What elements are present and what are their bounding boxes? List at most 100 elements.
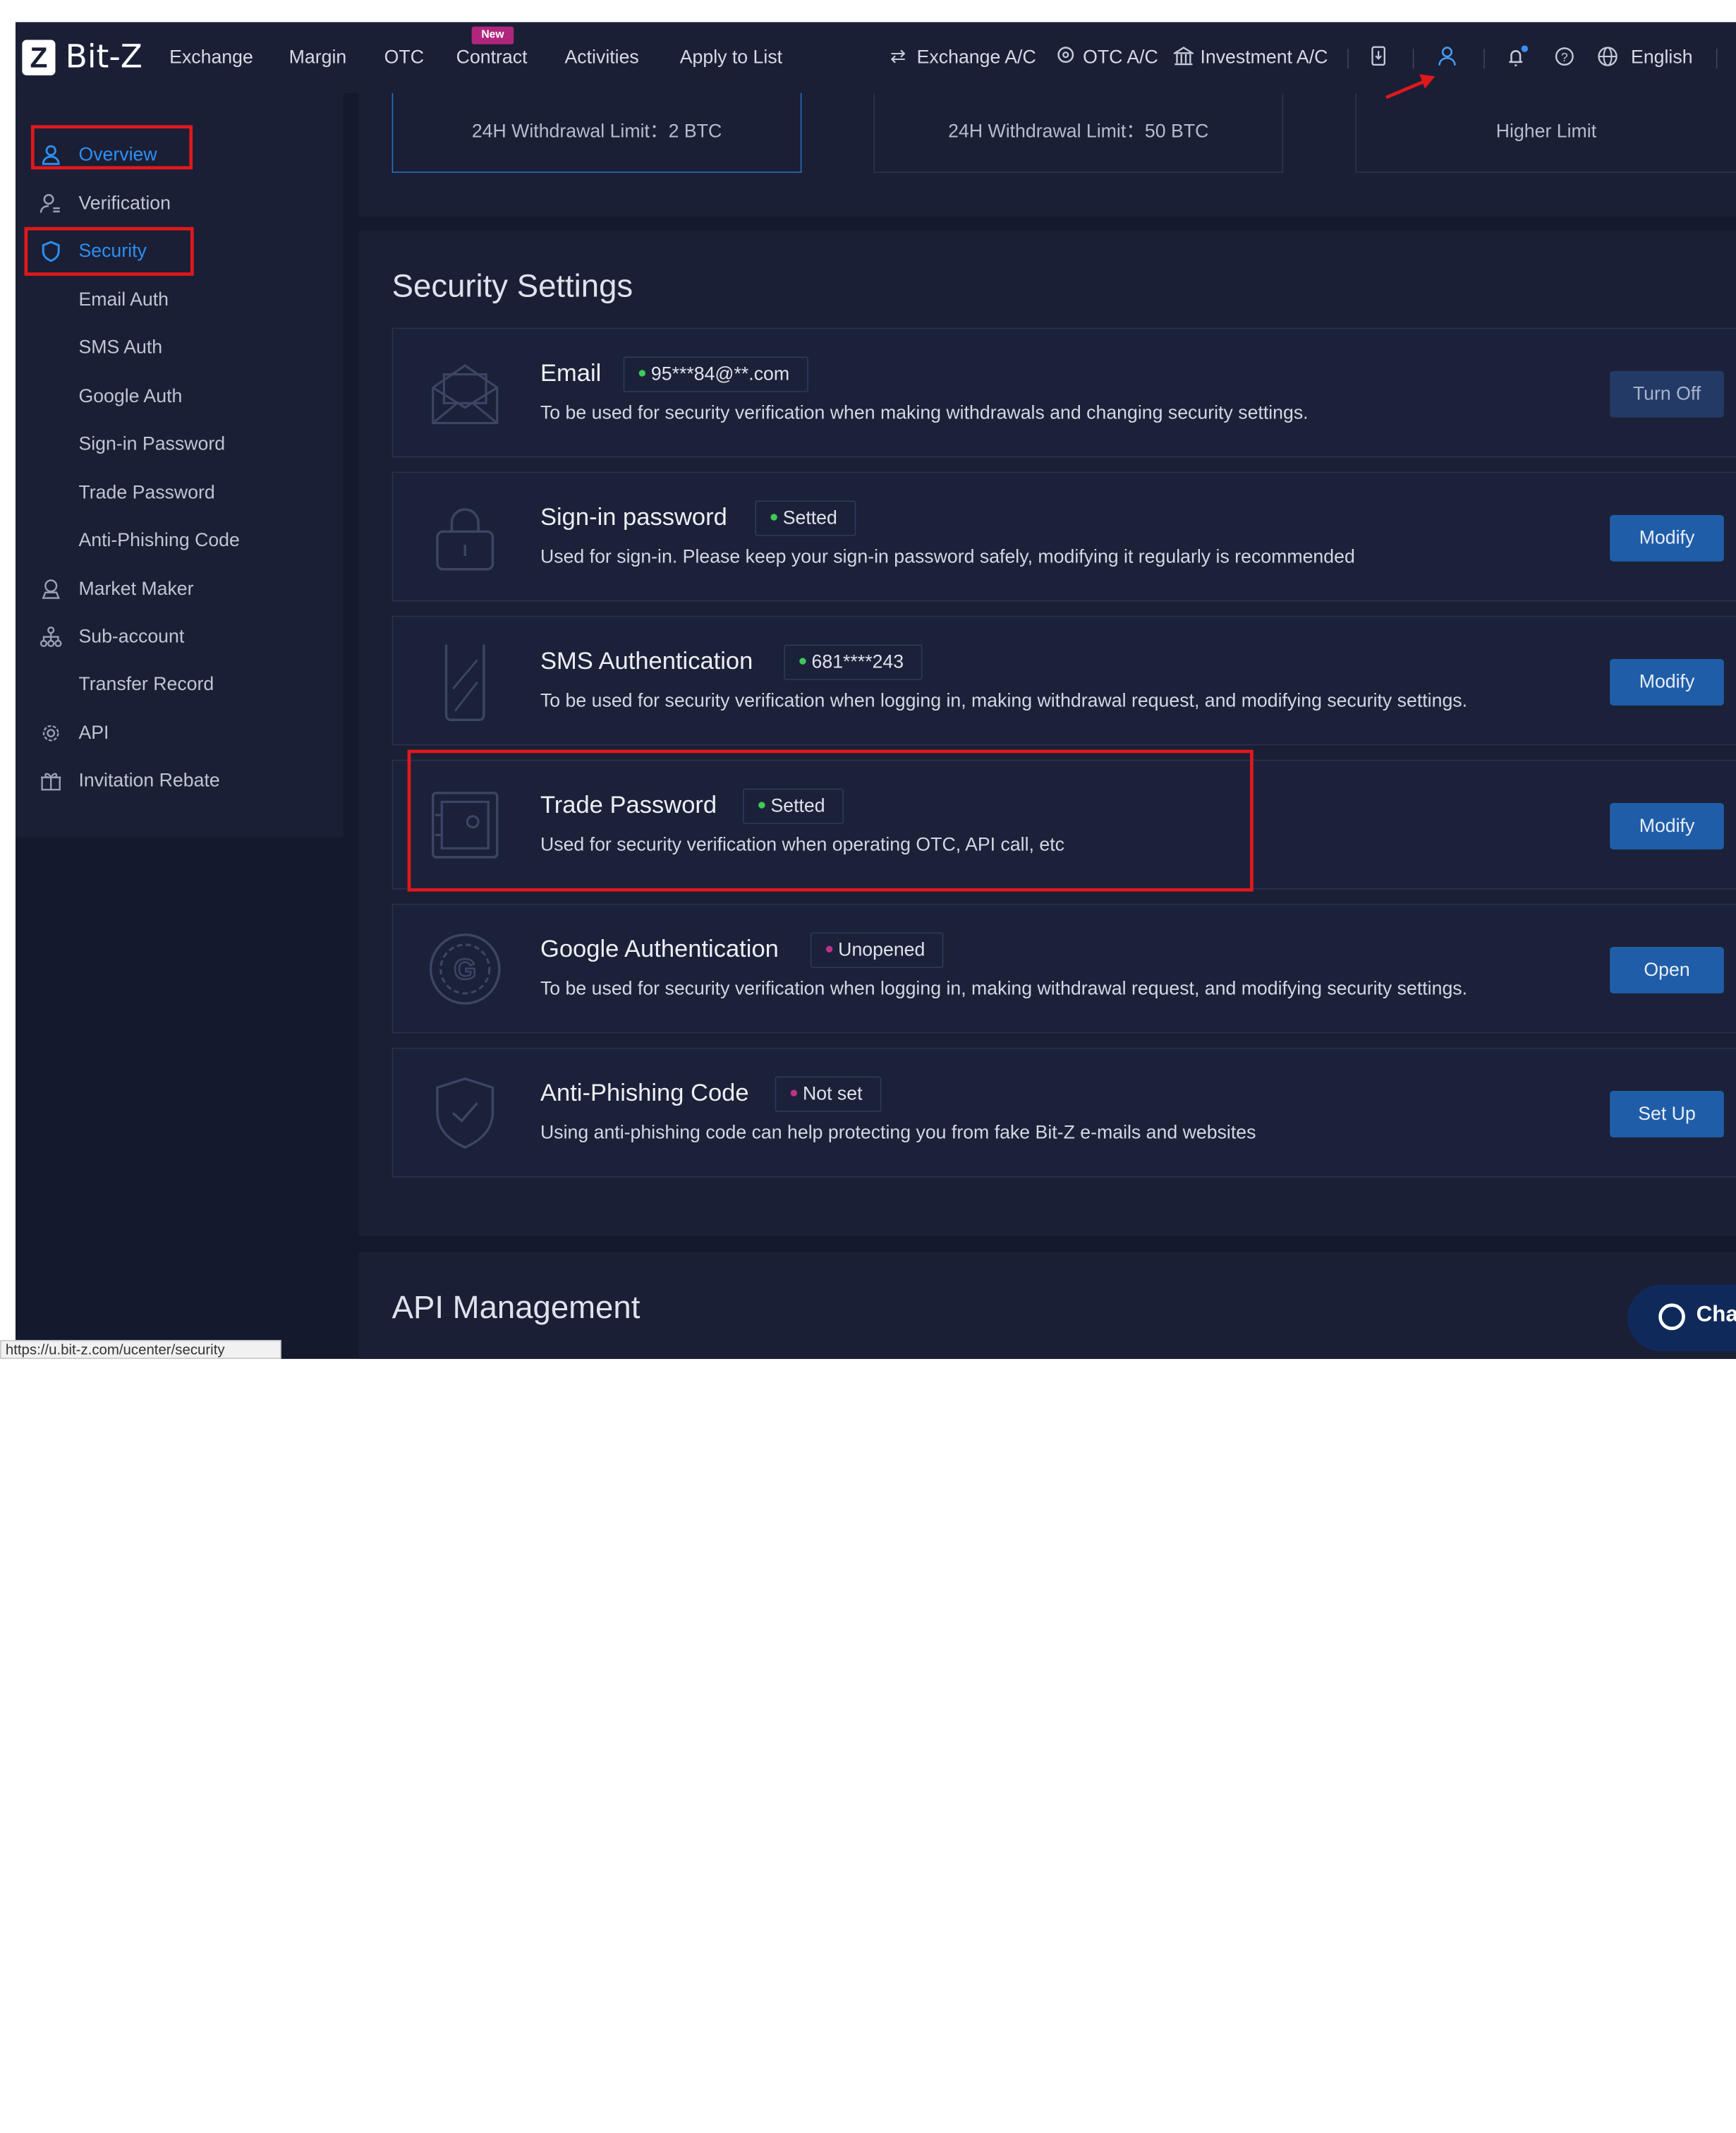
investment-account-link[interactable]: Investment A/C xyxy=(1200,47,1328,68)
row-title: Email xyxy=(540,358,602,387)
sidebar-item-trade-password[interactable]: Trade Password xyxy=(16,473,344,513)
nav-otc[interactable]: OTC xyxy=(384,47,424,68)
sidebar-item-label: Transfer Record xyxy=(78,673,214,695)
sidebar-item-sub-account[interactable]: Sub-account xyxy=(16,617,344,657)
highlight-box-security xyxy=(24,226,194,276)
status-text: 681****243 xyxy=(811,651,904,672)
logo-icon[interactable]: Z xyxy=(22,40,56,75)
status-text: Unopened xyxy=(838,939,925,960)
phone-icon xyxy=(428,639,502,721)
exchange-account-link[interactable]: Exchange A/C xyxy=(917,47,1036,68)
modify-button[interactable]: Modify xyxy=(1610,658,1724,706)
divider xyxy=(1716,49,1718,69)
nav-contract[interactable]: Contract xyxy=(456,47,528,68)
sidebar-item-verification[interactable]: Verification xyxy=(16,184,344,224)
shield-check-icon xyxy=(428,1077,502,1150)
highlight-box-trade-password xyxy=(407,749,1254,892)
modify-button[interactable]: Modify xyxy=(1610,514,1724,562)
sidebar-item-market-maker[interactable]: Market Maker xyxy=(16,569,344,610)
row-description: To be used for security verification whe… xyxy=(540,401,1309,423)
security-row-sms-authentication: SMS Authentication 681****243 To be used… xyxy=(391,615,1736,746)
divider xyxy=(1483,49,1485,69)
sidebar: Overview Verification Security Email Aut… xyxy=(15,92,344,838)
google-authenticator-icon: G xyxy=(428,933,502,1006)
sidebar-item-label: Anti-Phishing Code xyxy=(78,529,240,551)
language-selector[interactable]: English xyxy=(1631,47,1693,68)
security-row-google-authentication: G Google Authentication Unopened To be u… xyxy=(391,903,1736,1034)
screenshot: Z Bit-Z Exchange Margin OTC New Contract… xyxy=(0,0,1736,2133)
nav-activities[interactable]: Activities xyxy=(564,47,638,68)
row-description: Used for sign-in. Please keep your sign-… xyxy=(540,545,1355,567)
hierarchy-icon xyxy=(37,626,64,653)
limit-card[interactable]: 24H Withdrawal Limit：50 BTC xyxy=(873,92,1284,173)
row-title: Anti-Phishing Code xyxy=(540,1078,749,1107)
brand-name[interactable]: Bit-Z xyxy=(66,37,142,75)
sidebar-item-label: Trade Password xyxy=(78,481,215,503)
open-button[interactable]: Open xyxy=(1610,947,1724,993)
red-arrow-icon xyxy=(1385,74,1435,99)
security-row-sign-in-password: Sign-in password Setted Used for sign-in… xyxy=(391,471,1736,602)
sidebar-item-sms-auth[interactable]: SMS Auth xyxy=(16,328,344,368)
sidebar-item-anti-phishing-code[interactable]: Anti-Phishing Code xyxy=(16,521,344,561)
envelope-icon xyxy=(428,356,502,430)
transfer-icon: ⇄ xyxy=(890,45,906,67)
canvas: Z Bit-Z Exchange Margin OTC New Contract… xyxy=(0,0,1736,1359)
status-dot xyxy=(770,513,777,520)
section-title: API Management xyxy=(391,1290,641,1326)
sidebar-item-sign-in-password[interactable]: Sign-in Password xyxy=(16,424,344,464)
status-badge: Setted xyxy=(755,500,856,536)
sidebar-item-label: Google Auth xyxy=(78,385,183,407)
nav-margin[interactable]: Margin xyxy=(289,47,347,68)
chat-label: Cha xyxy=(1696,1302,1736,1327)
id-user-icon xyxy=(37,193,64,219)
nav-apply-to-list[interactable]: Apply to List xyxy=(680,47,782,68)
turn-off-button[interactable]: Turn Off xyxy=(1610,370,1724,418)
divider xyxy=(1347,49,1349,69)
chat-bubble-icon xyxy=(1658,1303,1685,1331)
status-dot xyxy=(825,945,833,953)
set-up-button[interactable]: Set Up xyxy=(1610,1091,1724,1137)
security-settings-panel: Security Settings Email 95***84@**.com T… xyxy=(358,230,1736,1236)
gift-icon xyxy=(37,770,64,797)
sidebar-item-email-auth[interactable]: Email Auth xyxy=(16,280,344,320)
bell-icon[interactable] xyxy=(1506,45,1531,73)
row-title: Sign-in password xyxy=(540,502,727,531)
svg-text:?: ? xyxy=(1561,50,1568,64)
sidebar-item-api[interactable]: API xyxy=(16,713,344,754)
row-description: To be used for security verification whe… xyxy=(540,977,1468,999)
sidebar-item-label: Sub-account xyxy=(78,625,185,647)
sidebar-item-label: SMS Auth xyxy=(78,337,163,358)
status-dot xyxy=(790,1089,798,1096)
help-icon[interactable]: ? xyxy=(1555,45,1574,73)
sidebar-item-label: Market Maker xyxy=(78,578,194,600)
status-badge: Unopened xyxy=(810,932,945,968)
badge-icon xyxy=(37,578,64,605)
status-text: 95***84@**.com xyxy=(650,363,790,385)
sidebar-item-transfer-record[interactable]: Transfer Record xyxy=(16,665,344,705)
sidebar-item-label: Email Auth xyxy=(78,289,169,310)
nav-exchange[interactable]: Exchange xyxy=(169,47,253,68)
row-title: SMS Authentication xyxy=(540,646,753,675)
limit-card[interactable]: 24H Withdrawal Limit：2 BTC xyxy=(391,92,802,173)
sidebar-item-label: Sign-in Password xyxy=(78,433,226,454)
limit-card[interactable]: Higher Limit xyxy=(1355,92,1736,173)
svg-text:G: G xyxy=(454,953,476,986)
otc-account-link[interactable]: OTC A/C xyxy=(1083,47,1158,68)
location-icon xyxy=(1056,45,1075,73)
status-dot xyxy=(638,369,646,376)
sidebar-item-invitation-rebate[interactable]: Invitation Rebate xyxy=(16,761,344,801)
status-badge: 681****243 xyxy=(784,644,923,680)
security-row-email: Email 95***84@**.com To be used for secu… xyxy=(391,327,1736,458)
divider xyxy=(1412,49,1414,69)
chat-widget[interactable]: Cha xyxy=(1627,1284,1736,1351)
status-text: Not set xyxy=(802,1083,863,1104)
app-window: Z Bit-Z Exchange Margin OTC New Contract… xyxy=(15,22,1736,1359)
row-description: Using anti-phishing code can help protec… xyxy=(540,1122,1256,1143)
status-dot xyxy=(799,657,806,664)
withdrawal-limits: 24H Withdrawal Limit：2 BTC 24H Withdrawa… xyxy=(358,92,1736,217)
modify-button[interactable]: Modify xyxy=(1610,802,1724,850)
sidebar-item-google-auth[interactable]: Google Auth xyxy=(16,377,344,417)
bank-icon xyxy=(1172,45,1196,73)
sidebar-item-label: API xyxy=(78,722,109,744)
globe-icon xyxy=(1596,45,1618,73)
